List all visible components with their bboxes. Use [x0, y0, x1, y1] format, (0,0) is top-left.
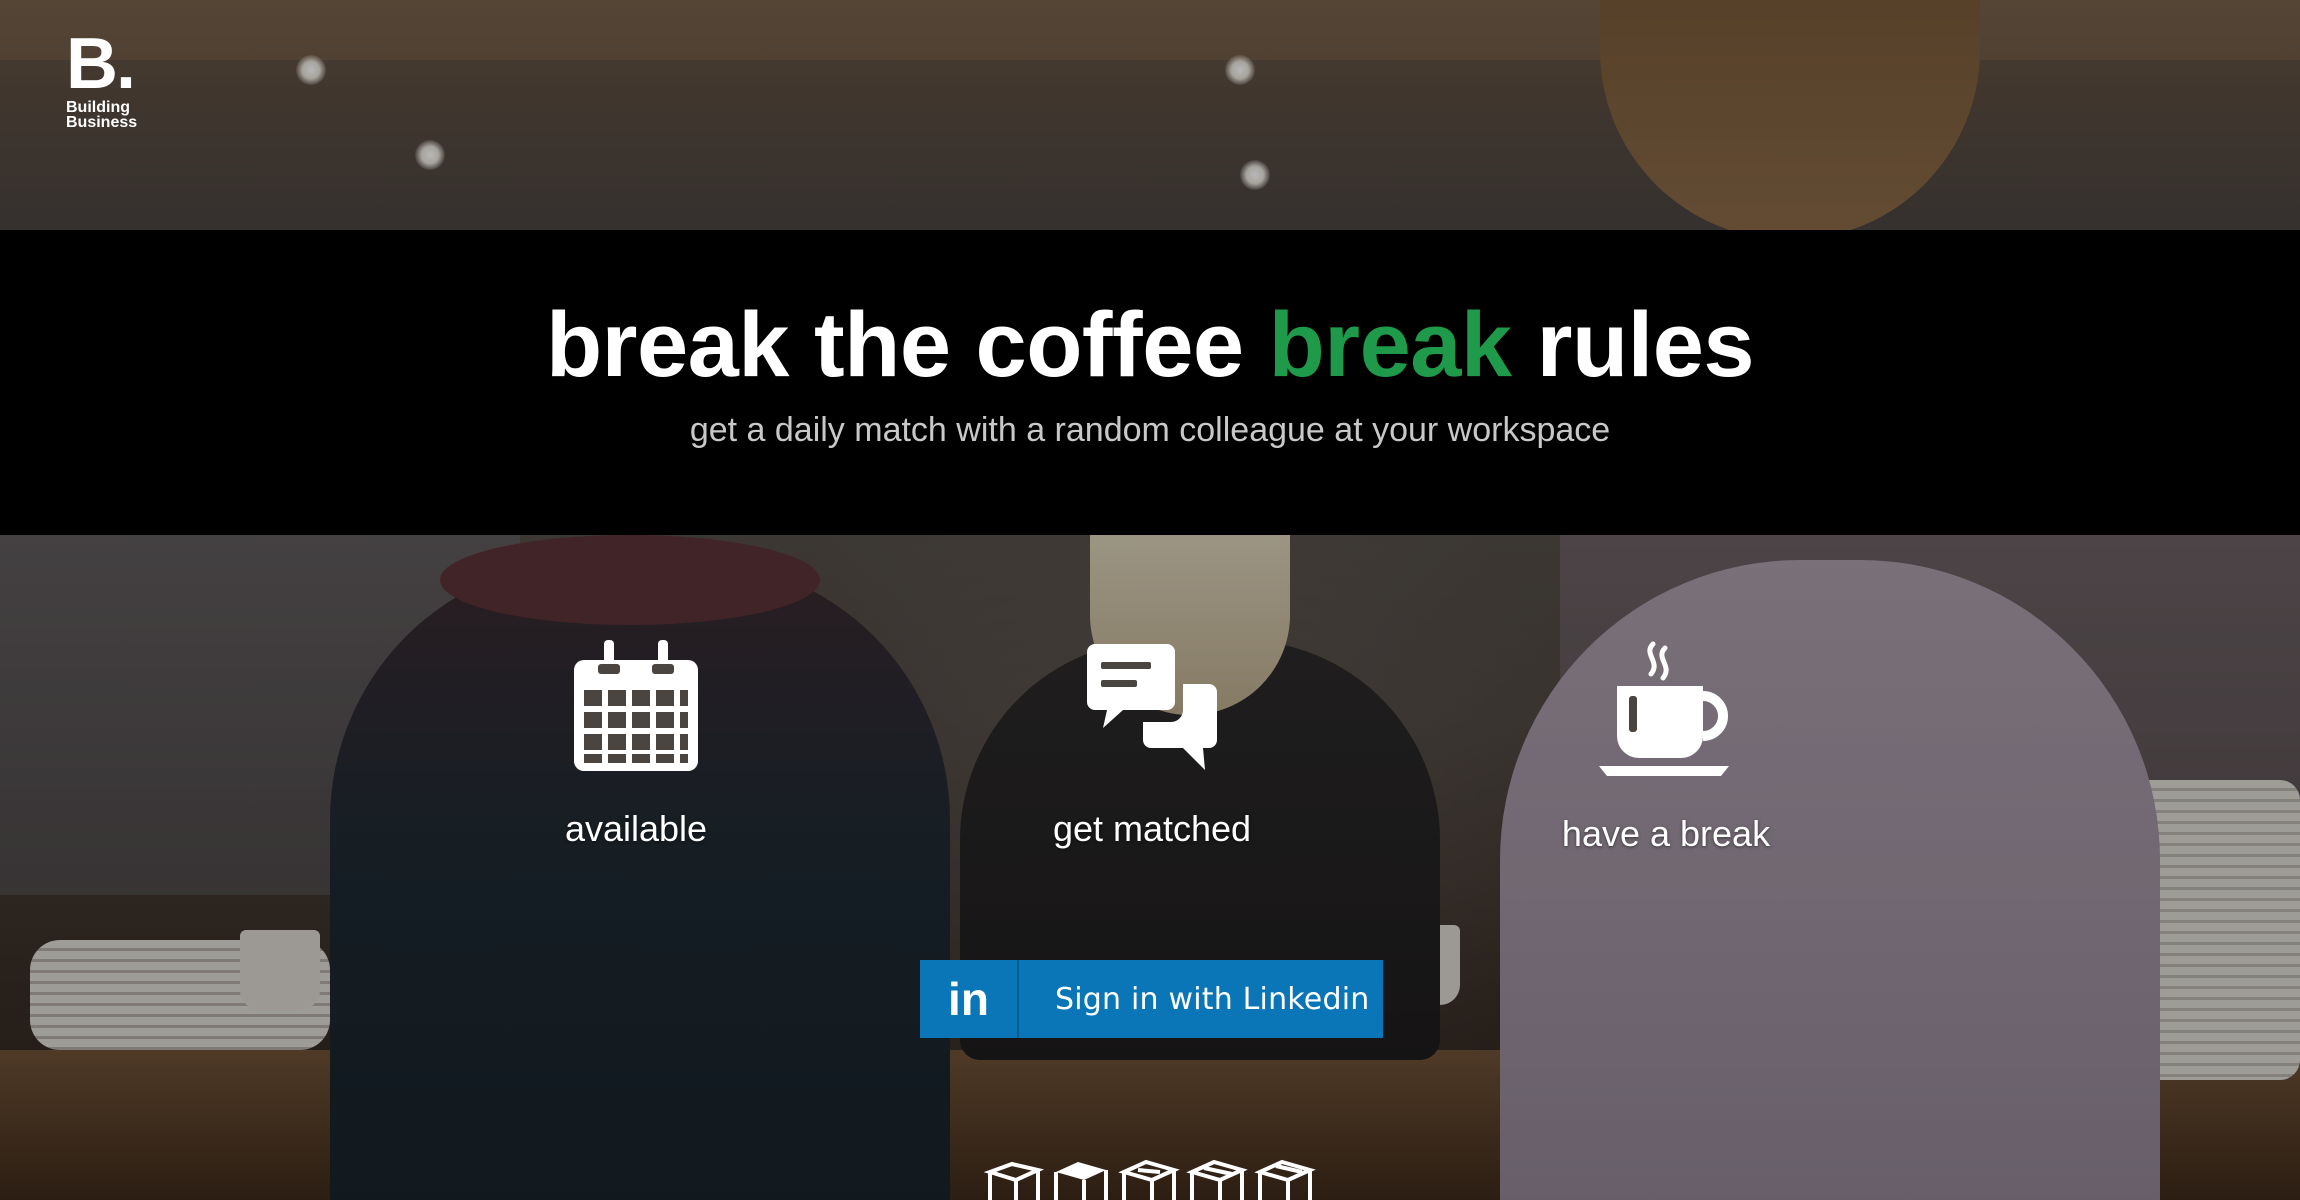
logo-text-line1: Building: [66, 99, 130, 116]
box-icon-5: [1254, 1159, 1316, 1200]
logo-mark: B.: [66, 24, 136, 104]
linkedin-icon: in: [920, 960, 1019, 1038]
brand-logo[interactable]: B. Building Business: [66, 24, 138, 131]
bottom-icon-row: [982, 1158, 1316, 1200]
logo-text-line2: Business: [66, 114, 138, 131]
headline-accent: break: [1268, 294, 1513, 396]
background-ceiling: [0, 0, 2300, 230]
background-plates: [2090, 780, 2300, 1080]
headline-part-1: break the coffee: [545, 294, 1244, 396]
background-cup: [240, 930, 320, 1010]
background-hat: [440, 535, 820, 625]
box-icon-4: [1186, 1159, 1248, 1200]
ceiling-lamp: [1240, 160, 1270, 190]
step-available: available: [466, 640, 806, 851]
ceiling-lamp: [1225, 55, 1255, 85]
landing-page: B. Building Business break the coffee br…: [0, 0, 2300, 1200]
background-beam: [0, 0, 2300, 60]
chat-bubbles-icon: [1087, 644, 1217, 770]
ceiling-lamp: [296, 55, 326, 85]
background-cup: [1380, 925, 1460, 1005]
background-plates: [30, 940, 330, 1050]
box-icon-1: [983, 1161, 1044, 1200]
box-icon-2: [1054, 1162, 1108, 1200]
coffee-cup-icon: [1599, 641, 1729, 776]
step-get-matched: get matched: [982, 640, 1322, 851]
ceiling-lamp: [415, 140, 445, 170]
headline-part-2: rules: [1536, 294, 1755, 396]
background-person-head: [1600, 0, 1980, 240]
linkedin-signin-button[interactable]: in Sign in with Linkedin: [920, 960, 1383, 1038]
hero-headline: break the coffee break rules: [0, 290, 2300, 400]
step-label-get-matched: get matched: [1052, 808, 1252, 849]
linkedin-signin-label: Sign in with Linkedin: [1055, 981, 1370, 1017]
step-have-a-break: have a break: [1496, 640, 1836, 856]
background-wall: [0, 535, 520, 895]
hero-subline: get a daily match with a random colleagu…: [689, 411, 1611, 449]
step-label-have-a-break: have a break: [1561, 813, 1771, 854]
box-icon-3: [1118, 1159, 1180, 1200]
step-label-available: available: [564, 808, 708, 849]
calendar-icon: [574, 640, 698, 771]
hero-band: break the coffee break rules get a daily…: [0, 230, 2300, 535]
